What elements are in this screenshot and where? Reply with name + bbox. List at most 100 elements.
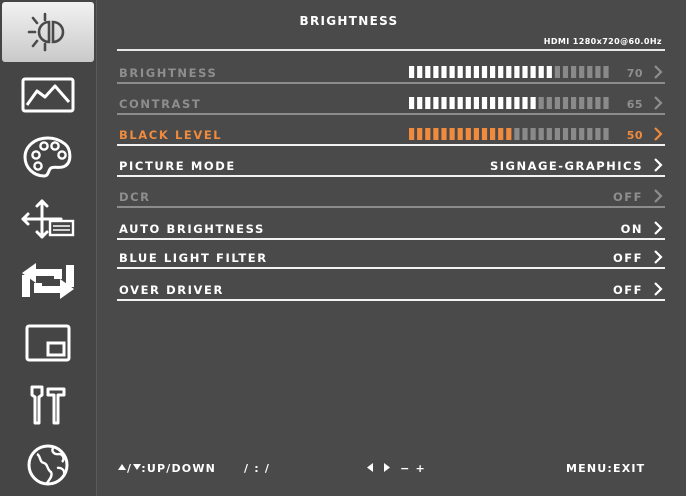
menu-row-blue-light-filter[interactable]: BLUE LIGHT FILTER OFF [117, 245, 665, 269]
bar-segment [522, 66, 528, 78]
bar-segment [603, 128, 609, 140]
menu-row-over-driver[interactable]: OVER DRIVER OFF [117, 277, 665, 301]
bar-segment [579, 66, 585, 78]
bar-segment [498, 66, 504, 78]
bar-segment [441, 128, 447, 140]
bar-segment [546, 128, 552, 140]
menu-row-contrast[interactable]: CONTRAST 65 [117, 91, 665, 115]
bar-segment [490, 97, 496, 109]
bar-segment [562, 128, 569, 140]
bar-segment [579, 128, 585, 140]
bar-segment [522, 128, 528, 140]
chevron-right-icon [654, 189, 663, 203]
chevron-right-icon [654, 250, 663, 264]
bar-segment [587, 128, 593, 140]
bar-segment [481, 97, 488, 109]
sidebar-item-input[interactable] [0, 188, 96, 250]
footer-up-down-hint: /:UP/DOWN [118, 462, 216, 475]
bar-segment [425, 97, 431, 109]
bar-segment [490, 66, 496, 78]
bar-segment [546, 66, 552, 78]
chevron-right-icon [654, 127, 663, 141]
bar-segment [514, 66, 520, 78]
sidebar-item-brightness[interactable] [2, 2, 94, 62]
black-level-label: BLACK LEVEL [119, 128, 223, 142]
bar-segment [457, 128, 463, 140]
picture-mode-label: PICTURE MODE [119, 159, 236, 173]
bar-segment [538, 97, 544, 109]
bar-segment [546, 97, 552, 109]
bar-segment [417, 66, 423, 78]
bar-segment [587, 97, 593, 109]
blue-light-filter-value: OFF [613, 251, 643, 265]
bar-segment [498, 97, 504, 109]
contrast-slider[interactable] [409, 97, 611, 109]
sidebar-item-system[interactable] [0, 374, 96, 436]
brightness-icon [27, 12, 65, 52]
up-down-label: UP/DOWN [146, 462, 217, 475]
bar-segment [571, 66, 577, 78]
bar-segment [506, 128, 512, 140]
sidebar-item-pip[interactable] [0, 312, 96, 374]
bar-segment [449, 66, 455, 78]
bar-segment [409, 97, 415, 109]
right-triangle-icon [384, 463, 391, 472]
up-triangle-icon [118, 464, 126, 470]
bar-segment [562, 66, 569, 78]
sidebar-item-language[interactable] [0, 434, 96, 496]
sidebar-item-color[interactable] [0, 126, 96, 188]
footer-separators: / : / [244, 462, 271, 475]
footer-menu-exit: MENU:EXIT [566, 462, 646, 475]
bar-segment [481, 128, 488, 140]
chevron-right-icon [654, 65, 663, 79]
bar-segment [473, 128, 479, 140]
bar-segment [465, 128, 471, 140]
blue-light-filter-label: BLUE LIGHT FILTER [119, 251, 268, 265]
swap-arrows-icon [22, 263, 74, 299]
menu-row-picture-mode[interactable]: PICTURE MODE SIGNAGE-GRAPHICS [117, 153, 665, 177]
bar-segment [587, 66, 593, 78]
bar-segment [417, 128, 423, 140]
bar-segment [481, 66, 488, 78]
bar-segment [562, 97, 569, 109]
image-icon [21, 77, 75, 113]
bar-segment [530, 97, 536, 109]
brightness-value: 70 [626, 67, 643, 80]
auto-brightness-label: AUTO BRIGHTNESS [119, 222, 265, 236]
black-level-slider[interactable] [409, 128, 611, 140]
brightness-slider[interactable] [409, 66, 611, 78]
menu-row-dcr[interactable]: DCR OFF [117, 184, 665, 208]
bar-segment [595, 66, 601, 78]
bar-segment [514, 97, 520, 109]
bar-segment [433, 128, 439, 140]
bar-segment [554, 97, 560, 109]
bar-segment [433, 66, 439, 78]
bar-segment [571, 128, 577, 140]
bar-segment [603, 97, 609, 109]
menu-row-auto-brightness[interactable]: AUTO BRIGHTNESS ON [117, 216, 665, 240]
over-driver-value: OFF [613, 283, 643, 297]
chevron-right-icon [654, 282, 663, 296]
picture-mode-value: SIGNAGE-GRAPHICS [489, 159, 643, 173]
bar-segment [595, 97, 601, 109]
bar-segment [522, 97, 528, 109]
bar-segment [506, 66, 512, 78]
black-level-value: 50 [626, 129, 643, 142]
bar-segment [579, 97, 585, 109]
bar-segment [530, 66, 536, 78]
bar-segment [417, 97, 423, 109]
bar-segment [498, 128, 504, 140]
page-title: BRIGHTNESS [299, 14, 399, 28]
dcr-label: DCR [119, 190, 151, 204]
bar-segment [441, 66, 447, 78]
chevron-right-icon [654, 221, 663, 235]
bar-segment [473, 97, 479, 109]
sidebar-item-image[interactable] [0, 64, 96, 126]
sidebar-item-signal-switch[interactable] [0, 250, 96, 312]
contrast-value: 65 [626, 98, 643, 111]
menu-row-black-level[interactable]: BLACK LEVEL 50 [117, 122, 665, 146]
bar-segment [409, 66, 415, 78]
bar-segment [571, 97, 577, 109]
globe-icon [27, 444, 69, 486]
menu-row-brightness[interactable]: BRIGHTNESS 70 [117, 60, 665, 84]
